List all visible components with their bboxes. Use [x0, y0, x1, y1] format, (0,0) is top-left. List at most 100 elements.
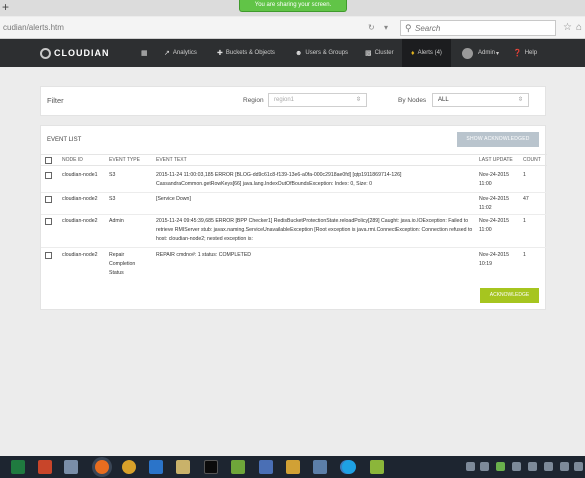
tray-icon[interactable] [560, 462, 569, 471]
nav-label: Buckets & Objects [225, 50, 275, 56]
row-checkbox[interactable] [45, 252, 52, 259]
screen-share-banner: You are sharing your screen. [239, 0, 347, 12]
tray-icon[interactable] [512, 462, 521, 471]
nav-users-groups[interactable]: ☻ Users & Groups [295, 39, 348, 67]
skype-icon[interactable] [342, 460, 356, 474]
event-list-panel: EVENT LIST SHOW ACKNOWLEDGED NODE ID EVE… [40, 125, 547, 310]
event-type: S3 [109, 196, 116, 202]
brand-name: CLOUDIAN [54, 48, 110, 58]
tray-icon[interactable] [480, 462, 489, 471]
filter-panel: Filter Region region1 ⇳ By Nodes ALL ⇳ [40, 86, 546, 116]
event-count: 1 [523, 218, 526, 224]
search-icon: ⚲ [405, 23, 412, 33]
show-acknowledged-button[interactable]: SHOW ACKNOWLEDGED [457, 132, 539, 147]
region-select[interactable]: region1 ⇳ [268, 93, 367, 107]
home-icon[interactable]: ⌂ [576, 17, 582, 39]
cloudian-logo[interactable]: CLOUDIAN [40, 46, 110, 60]
tray-icon[interactable] [574, 462, 583, 471]
nodes-select-value: ALL [438, 97, 449, 103]
help-icon: ❓ [513, 50, 522, 57]
bell-icon: ♦ [411, 49, 415, 57]
event-text: REPAIR cmdno#: 1 status: COMPLETED [156, 252, 252, 258]
column-header: EVENT TYPE [109, 157, 140, 163]
last-update: Nov-24-2015 11:00 [479, 218, 509, 233]
node-id: cloudian-node2 [62, 252, 98, 258]
avatar [462, 47, 473, 59]
users-icon: ☻ [295, 49, 303, 57]
tray-icon[interactable] [466, 462, 475, 471]
nav-buckets-objects[interactable]: ✚ Buckets & Objects [217, 39, 275, 67]
nav-label: Cluster [374, 50, 394, 56]
firefox-icon[interactable] [95, 460, 109, 474]
bookmark-star-icon[interactable]: ☆ [563, 17, 572, 39]
excel-icon[interactable] [11, 460, 25, 474]
tray-icon[interactable] [544, 462, 553, 471]
nodes-select[interactable]: ALL ⇳ [432, 93, 529, 107]
event-count: 1 [523, 252, 526, 258]
select-all-checkbox[interactable] [45, 157, 52, 164]
event-count: 47 [523, 196, 529, 202]
last-update: Nov-24-2015 11:02 [479, 196, 509, 211]
row-checkbox[interactable] [45, 218, 52, 225]
tools-icon[interactable] [286, 460, 300, 474]
dashboard-grid-button[interactable]: ▦ [141, 39, 151, 67]
row-checkbox[interactable] [45, 172, 52, 179]
network-icon[interactable] [259, 460, 273, 474]
event-list-title: EVENT LIST [47, 137, 82, 143]
filter-title: Filter [47, 96, 64, 105]
browser-tab-strip: + You are sharing your screen. [0, 0, 585, 16]
vmware-icon[interactable] [370, 460, 384, 474]
last-update: Nov-24-2015 10:19 [479, 252, 509, 267]
tray-icon[interactable] [496, 462, 505, 471]
select-caret-icon: ⇳ [517, 97, 523, 103]
nav-cluster[interactable]: ▩ Cluster [365, 39, 394, 67]
column-header: LAST UPDATE [479, 157, 513, 163]
browser-search-box[interactable]: ⚲ [400, 20, 556, 36]
nav-help[interactable]: ❓ Help [513, 39, 537, 67]
table-row[interactable]: cloudian-node1 S3 2015-11-24 11:00:03,18… [41, 170, 547, 193]
caret-down-icon: ▾ [496, 50, 500, 57]
row-checkbox[interactable] [45, 196, 52, 203]
event-text: 2015-11-24 11:00:03,185 ERROR [BLOG-dd9c… [156, 172, 402, 187]
nav-analytics[interactable]: ↗ Analytics [164, 39, 197, 67]
remote-desktop-icon[interactable] [313, 460, 327, 474]
logo-mark-icon [40, 47, 51, 59]
new-tab-button[interactable]: + [2, 0, 9, 14]
nav-label: Help [524, 50, 538, 56]
tray-icon[interactable] [528, 462, 537, 471]
photos-icon[interactable] [64, 460, 78, 474]
dropdown-arrow-icon[interactable]: ▾ [384, 17, 388, 39]
chrome-icon[interactable] [122, 460, 136, 474]
notepad-icon[interactable] [231, 460, 245, 474]
event-type: Repair Completion Status [109, 252, 136, 276]
url-field[interactable]: cudian/alerts.htm [3, 17, 64, 39]
reload-icon[interactable]: ↻ [368, 17, 375, 39]
nav-admin-menu[interactable]: Admin ▾ [462, 39, 499, 67]
windows-taskbar [0, 456, 585, 478]
nav-label: Users & Groups [305, 50, 349, 56]
explorer-icon[interactable] [176, 460, 190, 474]
acknowledge-button[interactable]: ACKNOWLEDGE [480, 288, 539, 303]
event-text: 2015-11-24 09:45:39,685 ERROR [BPP Check… [156, 218, 473, 242]
table-row[interactable]: cloudian-node2 Repair Completion Status … [41, 250, 547, 280]
search-input[interactable] [415, 22, 553, 35]
buckets-icon: ✚ [217, 50, 223, 57]
node-id: cloudian-node1 [62, 172, 98, 178]
app-navbar: CLOUDIAN ▦ ↗ Analytics ✚ Buckets & Objec… [0, 39, 585, 67]
chart-icon: ↗ [164, 50, 170, 57]
column-header: EVENT TEXT [156, 157, 187, 163]
table-row[interactable]: cloudian-node2 Admin 2015-11-24 09:45:39… [41, 216, 547, 248]
node-id: cloudian-node2 [62, 196, 98, 202]
powerpoint-icon[interactable] [38, 460, 52, 474]
node-id: cloudian-node2 [62, 218, 98, 224]
table-row[interactable]: cloudian-node2 S3 [Service Down] Nov-24-… [41, 194, 547, 215]
nav-label: Alerts (4) [417, 50, 442, 56]
region-select-value: region1 [274, 97, 295, 103]
nodes-label: By Nodes [398, 97, 427, 104]
edge-icon[interactable] [149, 460, 163, 474]
nav-label: Analytics [172, 50, 197, 56]
grid-icon: ▦ [141, 50, 148, 57]
cluster-icon: ▩ [365, 50, 372, 57]
terminal-icon[interactable] [204, 460, 218, 474]
nav-alerts[interactable]: ♦ Alerts (4) [402, 39, 451, 67]
